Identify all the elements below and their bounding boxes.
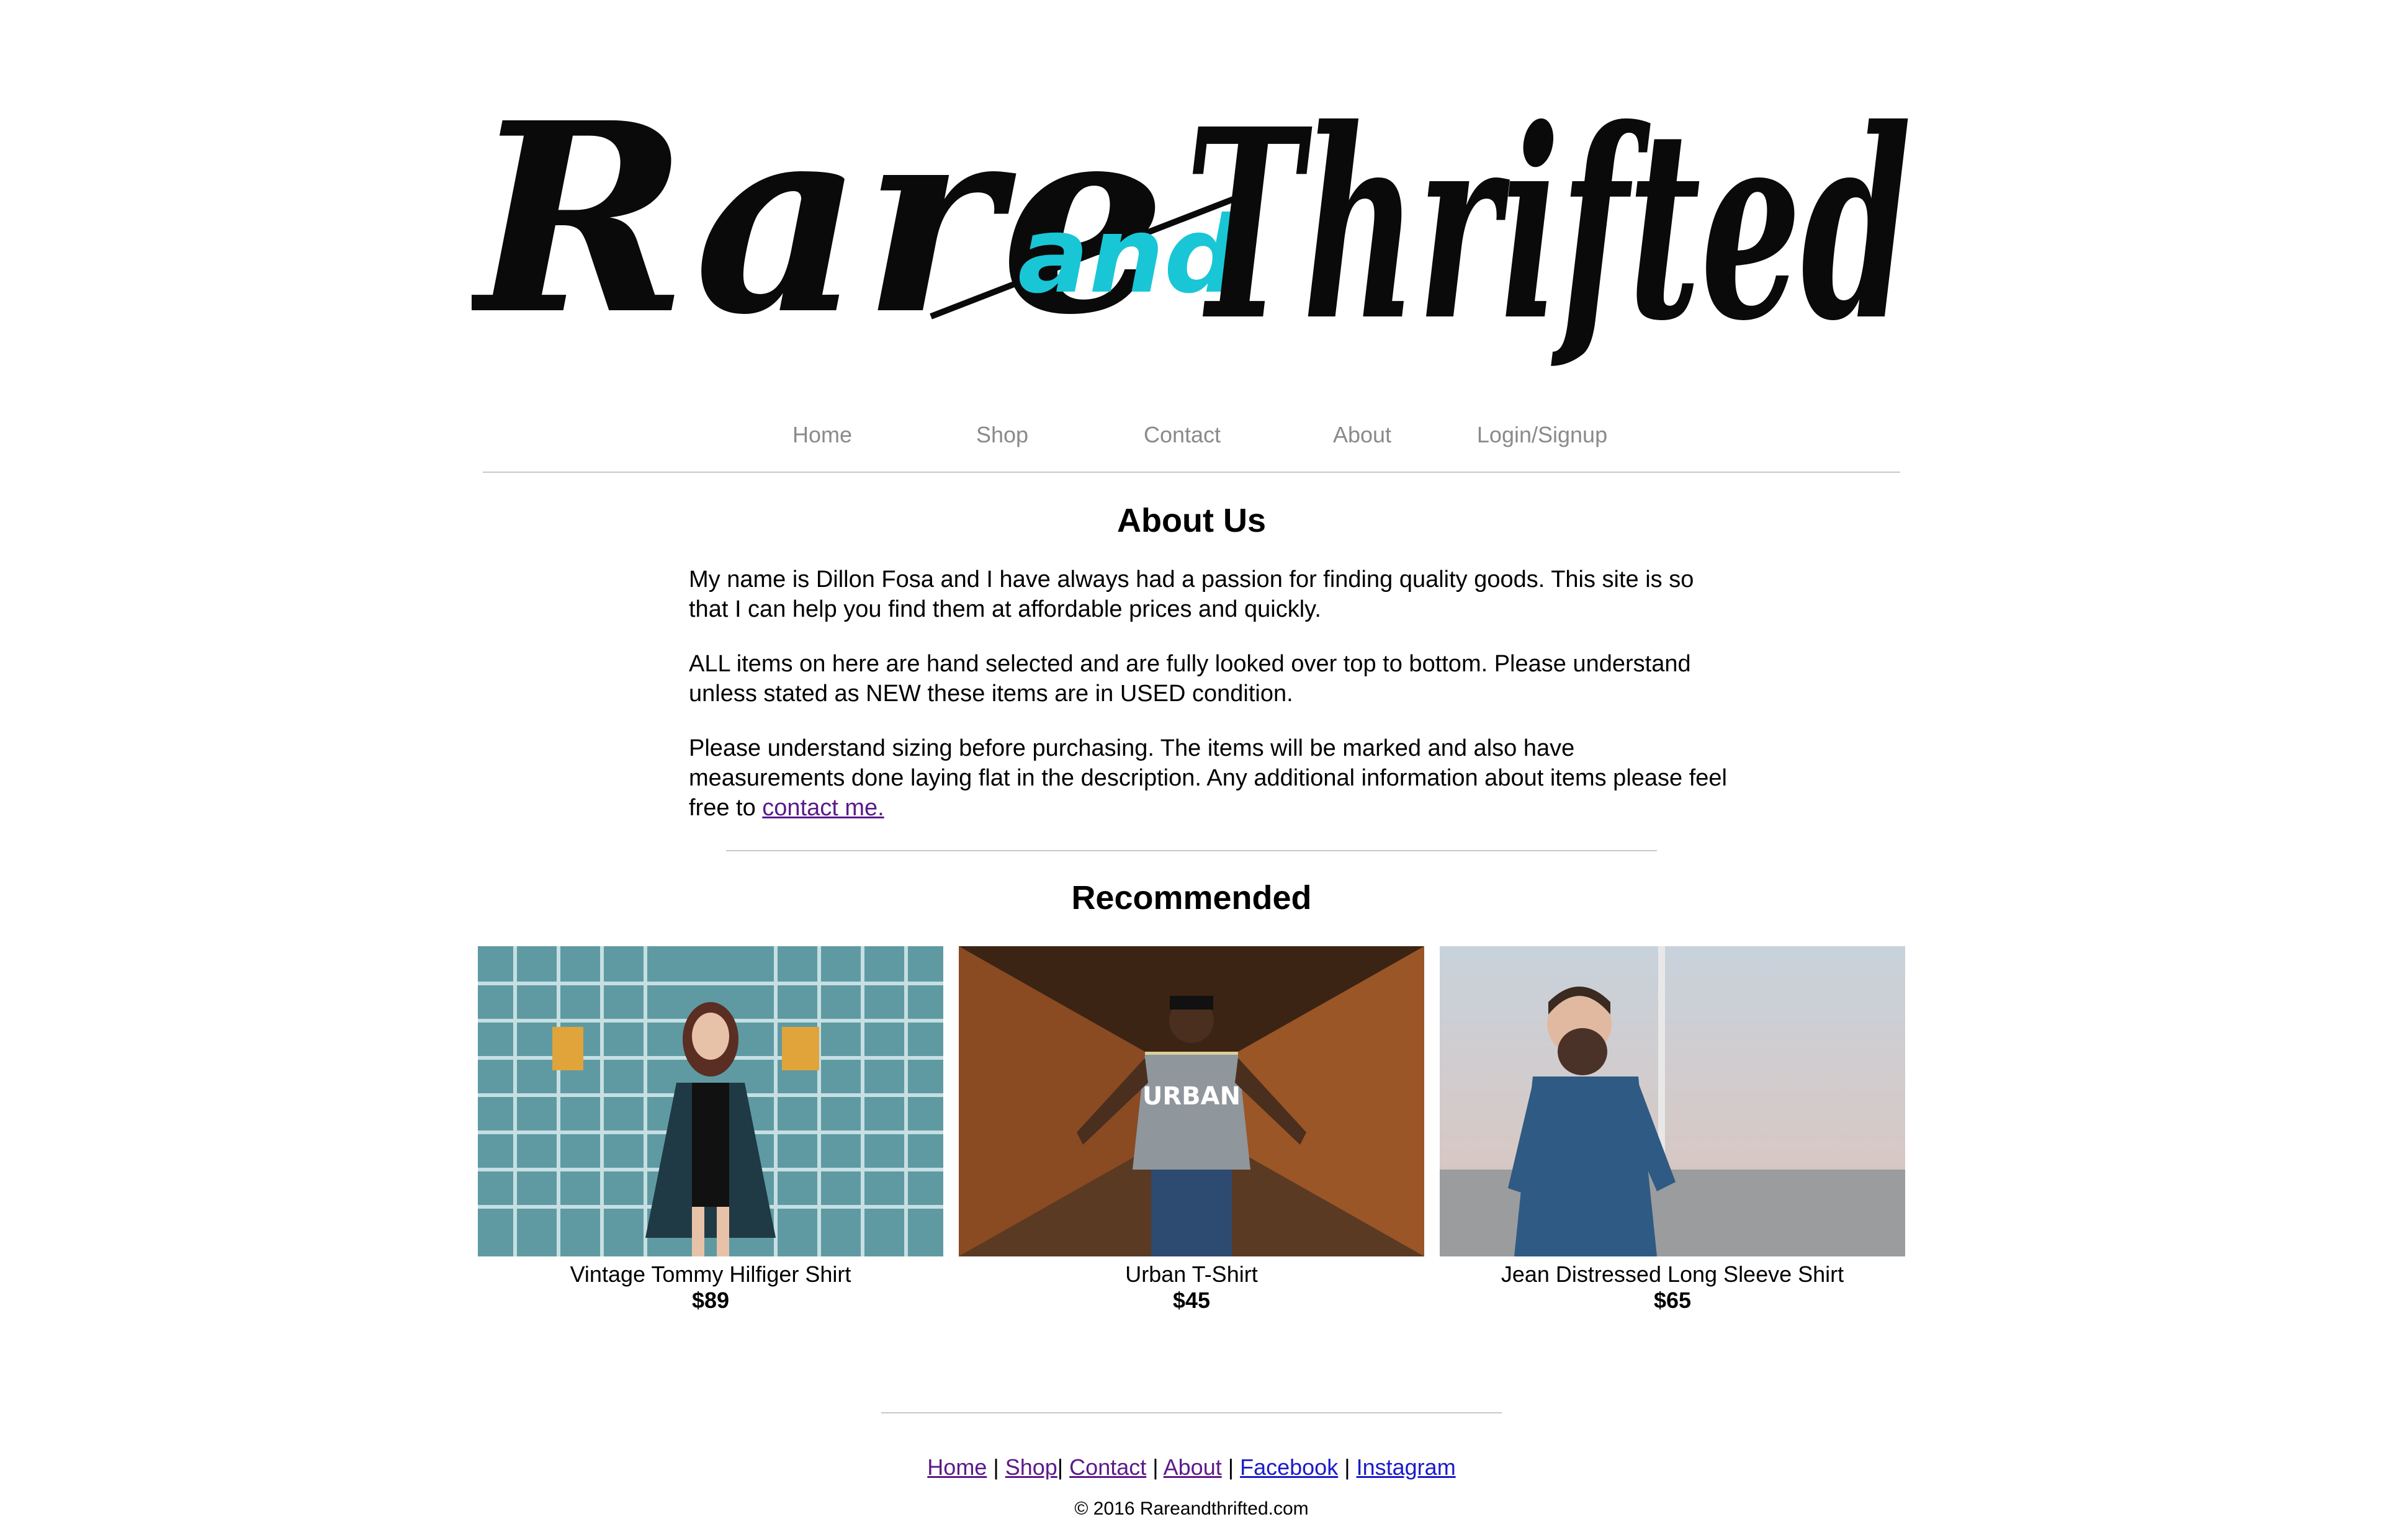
- product-name[interactable]: Vintage Tommy Hilfiger Shirt: [478, 1261, 943, 1287]
- footer-link-shop[interactable]: Shop: [1005, 1454, 1057, 1480]
- about-paragraph-2: ALL items on here are hand selected and …: [689, 651, 1691, 707]
- footer-separator: |: [1152, 1454, 1159, 1480]
- contact-me-link[interactable]: contact me.: [762, 795, 884, 821]
- main-nav: Home Shop Contact About Login/Signup: [732, 419, 1663, 457]
- about-paragraph-3: Please understand sizing before purchasi…: [689, 733, 1731, 823]
- about-divider: [726, 850, 1657, 851]
- about-content: My name is Dillon Fosa and I have always…: [689, 565, 1731, 848]
- product-image[interactable]: URBAN: [959, 946, 1424, 1256]
- site-logo[interactable]: Rare and Thrifted: [472, 68, 1911, 378]
- footer-separator: |: [1057, 1454, 1064, 1480]
- svg-text:URBAN: URBAN: [1142, 1082, 1241, 1111]
- footer-link-about[interactable]: About: [1164, 1454, 1222, 1480]
- nav-login-signup[interactable]: Login/Signup: [1452, 419, 1632, 450]
- product-price: $65: [1653, 1287, 1692, 1313]
- footer-divider: [881, 1412, 1502, 1413]
- footer-link-facebook[interactable]: Facebook: [1240, 1454, 1338, 1480]
- product-price: $45: [1172, 1287, 1211, 1313]
- nav-contact[interactable]: Contact: [1092, 419, 1272, 450]
- recommended-title: Recommended: [1071, 879, 1312, 916]
- product-card[interactable]: Vintage Tommy Hilfiger Shirt $89: [478, 946, 943, 1314]
- product-image[interactable]: [478, 946, 943, 1256]
- footer-separator: |: [1227, 1454, 1234, 1480]
- footer-link-contact[interactable]: Contact: [1069, 1454, 1146, 1480]
- nav-shop[interactable]: Shop: [912, 419, 1092, 450]
- product-price: $89: [691, 1287, 730, 1313]
- footer-link-instagram[interactable]: Instagram: [1357, 1454, 1456, 1480]
- footer-separator: |: [1344, 1454, 1350, 1480]
- product-card[interactable]: URBAN Urban T-Shirt $45: [959, 946, 1424, 1314]
- footer-separator: |: [993, 1454, 999, 1480]
- footer-link-home[interactable]: Home: [927, 1454, 987, 1480]
- about-paragraph-1: My name is Dillon Fosa and I have always…: [689, 566, 1694, 622]
- copyright: © 2016 Rareandthrifted.com: [1074, 1498, 1309, 1519]
- product-name[interactable]: Jean Distressed Long Sleeve Shirt: [1440, 1261, 1905, 1287]
- product-image[interactable]: [1440, 946, 1905, 1256]
- logo-word-thrifted: Thrifted: [1185, 73, 1911, 378]
- about-title: About Us: [1117, 502, 1266, 539]
- nav-home[interactable]: Home: [732, 419, 912, 450]
- nav-divider: [483, 472, 1900, 473]
- product-card[interactable]: Jean Distressed Long Sleeve Shirt $65: [1440, 946, 1905, 1314]
- footer-links: Home | Shop| Contact | About | Facebook …: [0, 1452, 2383, 1483]
- product-name[interactable]: Urban T-Shirt: [959, 1261, 1424, 1287]
- nav-about[interactable]: About: [1272, 419, 1452, 450]
